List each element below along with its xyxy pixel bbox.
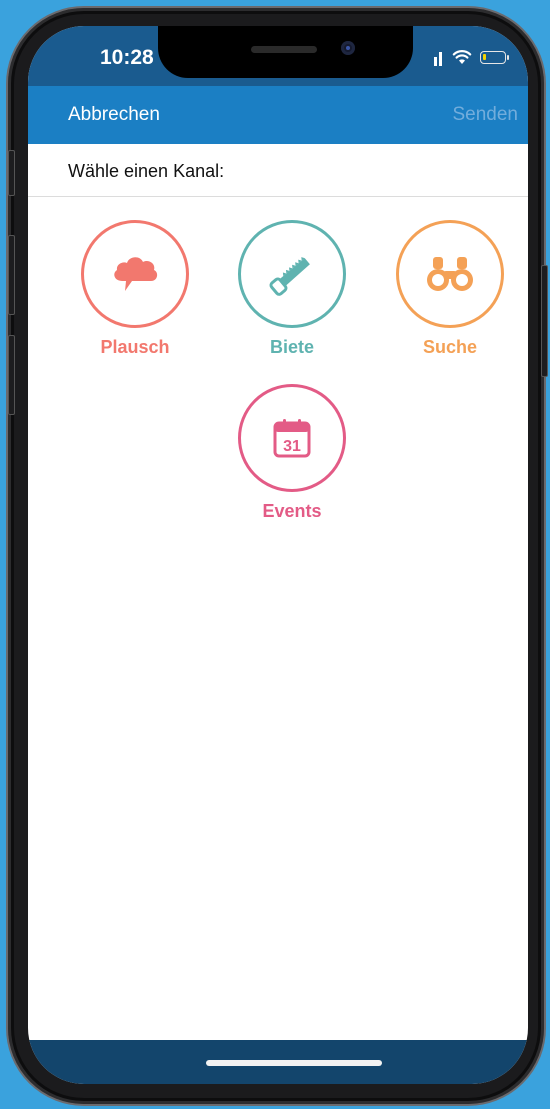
channel-events[interactable]: 31 Events (227, 384, 357, 522)
front-camera (341, 41, 355, 55)
channel-plausch[interactable]: Plausch (70, 220, 200, 358)
channel-biete-label: Biete (269, 337, 314, 357)
battery-icon (480, 50, 509, 64)
volume-down-button (8, 335, 15, 415)
wifi-icon (452, 50, 472, 64)
channel-prompt-row: Wähle einen Kanal: (28, 144, 528, 197)
home-indicator[interactable] (206, 1060, 382, 1066)
speaker-grille (251, 46, 317, 53)
calendar-icon: 31 (273, 419, 311, 458)
channel-suche-circle[interactable] (396, 220, 504, 328)
status-icons (434, 46, 509, 68)
channel-events-label: Events (262, 501, 322, 521)
saw-icon (269, 257, 310, 296)
power-button (541, 265, 548, 377)
signal-icon (434, 48, 444, 66)
calendar-day: 31 (283, 438, 301, 455)
phone-screen: 10:28 Abbrechen Senden Wähle einen Kanal… (28, 26, 528, 1084)
status-bar: 10:28 (28, 26, 528, 86)
channel-suche[interactable]: Suche (385, 220, 515, 358)
send-button[interactable]: Senden (452, 104, 518, 126)
status-time: 10:28 (100, 46, 154, 69)
channel-biete-circle[interactable] (238, 220, 346, 328)
channel-plausch-label: Plausch (100, 337, 170, 357)
side-button (8, 150, 15, 196)
cancel-button[interactable]: Abbrechen (68, 104, 160, 126)
channel-biete[interactable]: Biete (227, 220, 357, 358)
channel-events-circle[interactable]: 31 (238, 384, 346, 492)
navigation-bar: Abbrechen Senden (28, 86, 528, 144)
volume-up-button (8, 235, 15, 315)
channel-suche-label: Suche (422, 337, 478, 357)
speech-cloud-icon (114, 257, 158, 291)
binoculars-icon (427, 257, 473, 291)
bottom-bar (28, 1040, 528, 1084)
notch (158, 26, 413, 78)
channel-plausch-circle[interactable] (81, 220, 189, 328)
channel-prompt: Wähle einen Kanal: (68, 161, 225, 181)
